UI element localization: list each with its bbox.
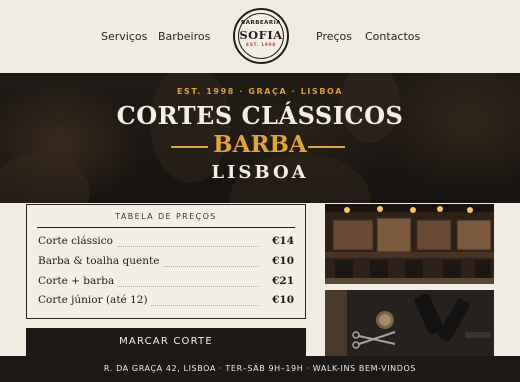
site-header: Serviços Barbeiros BARBEARIA SOFIA EST. …	[0, 0, 520, 73]
barbershop-logo[interactable]: BARBEARIA SOFIA EST. 1998	[233, 8, 289, 64]
service-name: Corte júnior (até 12)	[38, 294, 151, 306]
price-table: TABELA DE PREÇOS Corte clássico €14 Barb…	[26, 204, 306, 319]
hero-city: LISBOA	[211, 162, 309, 183]
service-price: €10	[269, 255, 294, 267]
service-name: Corte clássico	[38, 235, 116, 247]
price-row: Corte clássico €14	[38, 235, 294, 251]
hero-title: CORTES CLÁSSICOS	[116, 101, 404, 130]
hero-tagline: EST. 1998 · GRAÇA · LISBOA	[176, 87, 344, 96]
hero-divider-right	[308, 146, 345, 148]
logo-name: SOFIA	[239, 28, 283, 42]
nav-link-servicos[interactable]: Serviços	[101, 30, 147, 43]
service-name: Barba & toalha quente	[38, 255, 163, 267]
barber-tools-photo	[325, 290, 494, 356]
service-price: €14	[269, 235, 294, 247]
nav-link-precos[interactable]: Preços	[316, 30, 352, 43]
logo-top-text: BARBEARIA	[241, 20, 281, 26]
service-name: Corte + barba	[38, 275, 118, 287]
dotted-leader	[98, 286, 260, 287]
hero-subtitle: BARBA	[213, 131, 307, 158]
price-row: Barba & toalha quente €10	[38, 255, 294, 271]
price-table-rule	[37, 227, 295, 228]
price-table-heading: TABELA DE PREÇOS	[115, 212, 217, 221]
price-row: Corte + barba €21	[38, 275, 294, 291]
hero-banner: EST. 1998 · GRAÇA · LISBOA CORTES CLÁSSI…	[0, 73, 520, 203]
interior-illustration	[325, 204, 494, 284]
tools-illustration	[325, 290, 494, 356]
footer-info-bar: R. DA GRAÇA 42, LISBOA · TER–SÁB 9H–19H …	[0, 356, 520, 382]
nav-link-barbeiros[interactable]: Barbeiros	[158, 30, 210, 43]
logo-est-text: EST. 1998	[246, 43, 276, 48]
book-appointment-button[interactable]: MARCAR CORTE	[26, 328, 306, 356]
service-price: €10	[269, 294, 294, 306]
price-row: Corte júnior (até 12) €10	[38, 294, 294, 310]
service-price: €21	[269, 275, 294, 287]
nav-link-contactos[interactable]: Contactos	[365, 30, 420, 43]
barbershop-interior-photo	[325, 204, 494, 284]
dotted-leader	[98, 246, 260, 247]
